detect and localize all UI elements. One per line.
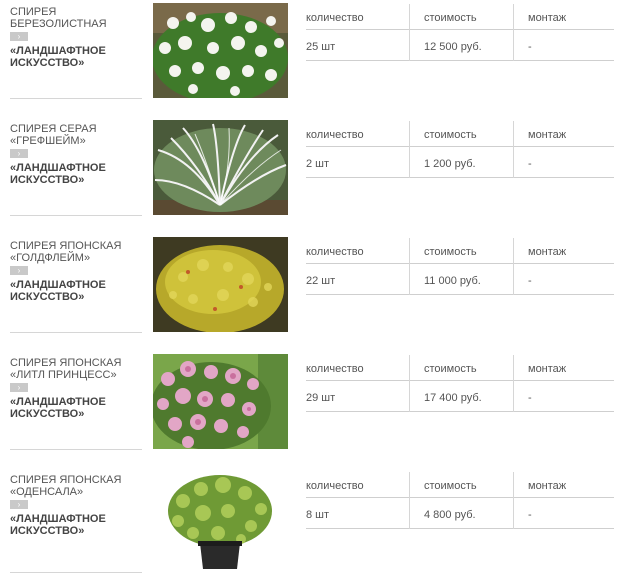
product-name[interactable]: СПИРЕЯ БЕРЕЗОЛИСТНАЯ <box>10 0 142 30</box>
cost-header: стоимость <box>424 12 477 24</box>
mount-value: - <box>528 275 532 287</box>
product-table: количество стоимость монтаж 8 шт 4 800 р… <box>306 472 614 529</box>
product-info: СПИРЕЯ СЕРАЯ «ГРЕФШЕЙМ» › «ЛАНДШАФТНОЕ И… <box>10 117 142 216</box>
cost-value: 1 200 руб. <box>424 158 476 170</box>
product-name[interactable]: СПИРЕЯ ЯПОНСКАЯ «ОДЕНСАЛА» <box>10 468 142 498</box>
mount-header: монтаж <box>528 480 567 492</box>
mount-header: монтаж <box>528 363 567 375</box>
product-info: СПИРЕЯ ЯПОНСКАЯ «ОДЕНСАЛА» › «ЛАНДШАФТНО… <box>10 468 142 573</box>
arrow-icon[interactable]: › <box>10 32 28 41</box>
cost-header: стоимость <box>424 363 477 375</box>
product-table: количество стоимость монтаж 2 шт 1 200 р… <box>306 121 614 178</box>
qty-value: 2 шт <box>306 158 330 170</box>
arrow-icon[interactable]: › <box>10 500 28 509</box>
qty-value: 25 шт <box>306 41 336 53</box>
brand-name: «ЛАНДШАФТНОЕ ИСКУССТВО» <box>10 513 106 537</box>
product-info: СПИРЕЯ ЯПОНСКАЯ «ГОЛДФЛЕЙМ» › «ЛАНДШАФТН… <box>10 234 142 333</box>
mount-value: - <box>528 41 532 53</box>
qty-value: 22 шт <box>306 275 336 287</box>
cost-value: 12 500 руб. <box>424 41 482 53</box>
product-name[interactable]: СПИРЕЯ ЯПОНСКАЯ «ГОЛДФЛЕЙМ» <box>10 234 142 264</box>
qty-value: 29 шт <box>306 392 336 404</box>
qty-header: количество <box>306 129 364 141</box>
mount-header: монтаж <box>528 12 567 24</box>
mount-header: монтаж <box>528 246 567 258</box>
qty-header: количество <box>306 363 364 375</box>
mount-value: - <box>528 392 532 404</box>
mount-value: - <box>528 158 532 170</box>
product-table: количество стоимость монтаж 25 шт 12 500… <box>306 4 614 61</box>
qty-header: количество <box>306 480 364 492</box>
cost-value: 4 800 руб. <box>424 509 476 521</box>
product-row: СПИРЕЯ БЕРЕЗОЛИСТНАЯ › «ЛАНДШАФТНОЕ ИСКУ… <box>0 0 620 115</box>
brand-name: «ЛАНДШАФТНОЕ ИСКУССТВО» <box>10 162 106 186</box>
pink-spirea-shrub-icon[interactable] <box>153 354 288 449</box>
cost-header: стоимость <box>424 246 477 258</box>
product-table: количество стоимость монтаж 22 шт 11 000… <box>306 238 614 295</box>
arrow-icon[interactable]: › <box>10 383 28 392</box>
cost-header: стоимость <box>424 129 477 141</box>
potted-spirea-shrub-icon[interactable] <box>153 471 288 571</box>
product-info: СПИРЕЯ БЕРЕЗОЛИСТНАЯ › «ЛАНДШАФТНОЕ ИСКУ… <box>10 0 142 99</box>
brand-name: «ЛАНДШАФТНОЕ ИСКУССТВО» <box>10 396 106 420</box>
cost-value: 17 400 руб. <box>424 392 482 404</box>
product-row: СПИРЕЯ ЯПОНСКАЯ «ГОЛДФЛЕЙМ» › «ЛАНДШАФТН… <box>0 234 620 349</box>
product-row: СПИРЕЯ СЕРАЯ «ГРЕФШЕЙМ» › «ЛАНДШАФТНОЕ И… <box>0 117 620 232</box>
cost-header: стоимость <box>424 480 477 492</box>
grey-spirea-shrub-icon[interactable] <box>153 120 288 215</box>
product-name[interactable]: СПИРЕЯ СЕРАЯ «ГРЕФШЕЙМ» <box>10 117 142 147</box>
product-row: СПИРЕЯ ЯПОНСКАЯ «ОДЕНСАЛА» › «ЛАНДШАФТНО… <box>0 468 620 583</box>
qty-header: количество <box>306 12 364 24</box>
cost-value: 11 000 руб. <box>424 275 481 287</box>
brand-name: «ЛАНДШАФТНОЕ ИСКУССТВО» <box>10 279 106 303</box>
white-spirea-shrub-icon[interactable] <box>153 3 288 98</box>
product-name[interactable]: СПИРЕЯ ЯПОНСКАЯ «ЛИТЛ ПРИНЦЕСС» <box>10 351 142 381</box>
mount-value: - <box>528 509 532 521</box>
brand-name: «ЛАНДШАФТНОЕ ИСКУССТВО» <box>10 45 106 69</box>
qty-value: 8 шт <box>306 509 330 521</box>
qty-header: количество <box>306 246 364 258</box>
product-info: СПИРЕЯ ЯПОНСКАЯ «ЛИТЛ ПРИНЦЕСС» › «ЛАНДШ… <box>10 351 142 450</box>
product-row: СПИРЕЯ ЯПОНСКАЯ «ЛИТЛ ПРИНЦЕСС» › «ЛАНДШ… <box>0 351 620 466</box>
mount-header: монтаж <box>528 129 567 141</box>
golden-spirea-shrub-icon[interactable] <box>153 237 288 332</box>
arrow-icon[interactable]: › <box>10 149 28 158</box>
product-table: количество стоимость монтаж 29 шт 17 400… <box>306 355 614 412</box>
arrow-icon[interactable]: › <box>10 266 28 275</box>
